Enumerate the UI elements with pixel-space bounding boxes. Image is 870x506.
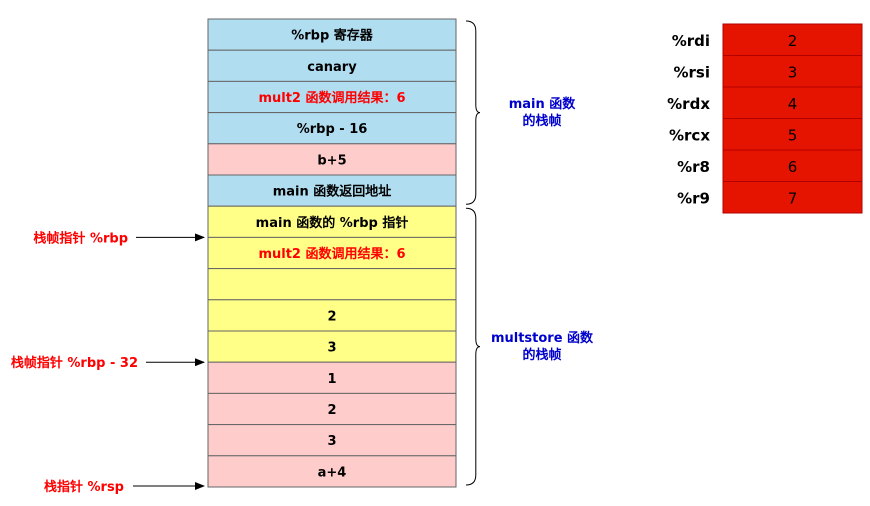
frame-braces: main 函数的栈帧multstore 函数的栈帧 <box>465 20 594 486</box>
stack-slot: mult2 函数调用结果：6 <box>207 80 457 114</box>
register-name: %r8 <box>677 158 710 176</box>
pointer-arrow: 栈指针 %rsp <box>44 479 205 495</box>
stack-slot: 3 <box>207 424 457 457</box>
register-row: %r9 7 <box>677 181 863 214</box>
register-value: 6 <box>788 158 798 176</box>
stack-slot <box>207 268 457 301</box>
stack-slot: main 函数的 %rbp 指针 <box>207 205 457 238</box>
frame-label-line: multstore 函数 <box>491 330 594 346</box>
register-row: %rsi 3 <box>674 55 863 88</box>
frame-label-line: 的栈帧 <box>522 113 561 129</box>
pointer-label: 栈帧指针 %rbp <box>33 230 128 246</box>
frame-brace: main 函数的栈帧 <box>465 20 577 205</box>
register-row: %r8 6 <box>677 149 863 182</box>
stack-slot-label: %rbp - 16 <box>297 122 368 137</box>
stack-slot-label: 3 <box>327 341 336 356</box>
stack-slot: 3 <box>207 330 457 363</box>
register-value: 5 <box>788 126 798 144</box>
pointer-arrows: 栈帧指针 %rbp 栈帧指针 %rbp - 32 栈指针 %rsp <box>11 230 205 495</box>
diagram-canvas: %rbp 寄存器 canary mult2 函数调用结果：6 %rbp - 16 b+5… <box>11 18 863 495</box>
stack-slot-label: mult2 函数调用结果：6 <box>258 90 405 106</box>
frame-label-line: main 函数 <box>509 96 577 112</box>
register-row: %rdi 2 <box>672 23 863 56</box>
stack-slot-label: %rbp 寄存器 <box>291 28 374 44</box>
stack-slot: mult2 函数调用结果：6 <box>207 236 457 270</box>
stack-slot: 2 <box>207 392 457 426</box>
pointer-arrow: 栈帧指针 %rbp - 32 <box>11 355 205 371</box>
stack-slot-label: main 函数的 %rbp 指针 <box>256 215 409 231</box>
stack-slot: a+4 <box>207 455 457 488</box>
stack-slot-label: 2 <box>327 403 336 418</box>
register-row: %rcx 5 <box>669 118 863 151</box>
pointer-label: 栈指针 %rsp <box>44 479 124 495</box>
frame-brace: multstore 函数的栈帧 <box>465 207 594 486</box>
brace-curve <box>465 207 481 486</box>
stack-slot-label: main 函数返回地址 <box>273 184 392 200</box>
stack-slot: canary <box>207 49 457 82</box>
register-table: %rdi 2 %rsi 3 %rdx 4 %rcx 5 %r8 6 %r9 7 <box>667 23 863 214</box>
register-value: 4 <box>788 95 798 113</box>
pointer-label: 栈帧指针 %rbp - 32 <box>11 355 138 371</box>
stack-slot-label: a+4 <box>318 465 347 480</box>
register-name: %rsi <box>674 63 711 81</box>
stack-slot: 1 <box>207 361 457 394</box>
stack-slot: %rbp - 16 <box>207 112 457 145</box>
stack-slot: main 函数返回地址 <box>207 174 457 207</box>
stack-slot: 2 <box>207 299 457 332</box>
stack-slot-label: b+5 <box>317 153 346 168</box>
stack-slot-label: 1 <box>327 372 336 387</box>
stack-slot-label: canary <box>307 60 357 75</box>
register-name: %rdx <box>667 95 710 113</box>
stack-slot-label: 3 <box>327 434 336 449</box>
register-value: 2 <box>788 32 798 50</box>
stack-slot: b+5 <box>207 143 457 176</box>
register-value: 7 <box>788 189 798 207</box>
register-row: %rdx 4 <box>667 86 863 119</box>
register-name: %r9 <box>677 189 710 207</box>
stack-slot: %rbp 寄存器 <box>207 18 457 51</box>
brace-curve <box>465 20 481 205</box>
register-value: 3 <box>788 63 798 81</box>
stack-frame-diagram: %rbp 寄存器 canary mult2 函数调用结果：6 %rbp - 16 b+5… <box>0 0 870 502</box>
frame-label-line: 的栈帧 <box>522 347 561 363</box>
pointer-arrow: 栈帧指针 %rbp <box>33 230 205 246</box>
stack-slot-label: 2 <box>327 309 336 324</box>
stack-slot-box <box>207 268 457 301</box>
register-name: %rcx <box>669 126 710 144</box>
stack-slot-label: mult2 函数调用结果：6 <box>258 246 405 262</box>
stack-column: %rbp 寄存器 canary mult2 函数调用结果：6 %rbp - 16 b+5… <box>207 18 457 488</box>
register-name: %rdi <box>672 32 710 50</box>
